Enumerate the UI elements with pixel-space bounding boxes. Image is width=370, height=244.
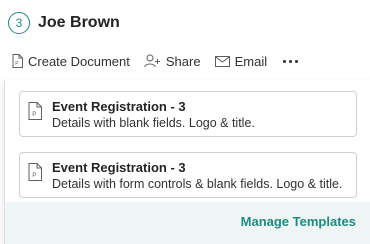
template-title: Event Registration - 3 <box>52 99 186 114</box>
person-add-icon <box>144 54 160 68</box>
envelope-icon <box>214 55 230 67</box>
template-dropdown: P Event Registration - 3 Details with bl… <box>4 80 370 244</box>
create-document-button[interactable]: P Create Document <box>12 54 130 69</box>
template-description: Details with form controls & blank field… <box>52 177 343 191</box>
template-title: Event Registration - 3 <box>52 160 186 175</box>
create-document-label: Create Document <box>28 53 130 69</box>
manage-templates-link[interactable]: Manage Templates <box>241 214 356 229</box>
template-option[interactable]: P Event Registration - 3 Details with bl… <box>19 91 357 137</box>
record-title: Joe Brown <box>38 14 120 31</box>
template-description: Details with blank fields. Logo & title. <box>52 116 255 130</box>
email-label: Email <box>234 53 268 69</box>
svg-text:P: P <box>32 112 36 118</box>
document-icon: P <box>28 102 42 120</box>
svg-text:P: P <box>32 173 36 179</box>
template-option[interactable]: P Event Registration - 3 Details with fo… <box>19 152 357 198</box>
svg-text:P: P <box>15 61 19 67</box>
share-label: Share <box>165 53 201 69</box>
ellipsis-icon <box>283 59 287 63</box>
step-badge: 3 <box>8 12 30 34</box>
document-icon: P <box>28 163 42 181</box>
record-card: 3 Joe Brown P Create Document Share Emai… <box>0 0 370 244</box>
record-header: 3 Joe Brown <box>8 10 120 36</box>
action-toolbar: P Create Document Share Email <box>12 50 300 72</box>
share-button[interactable]: Share <box>144 54 201 69</box>
email-button[interactable]: Email <box>214 53 268 69</box>
document-icon: P <box>12 54 23 68</box>
more-actions-button[interactable] <box>281 59 300 63</box>
